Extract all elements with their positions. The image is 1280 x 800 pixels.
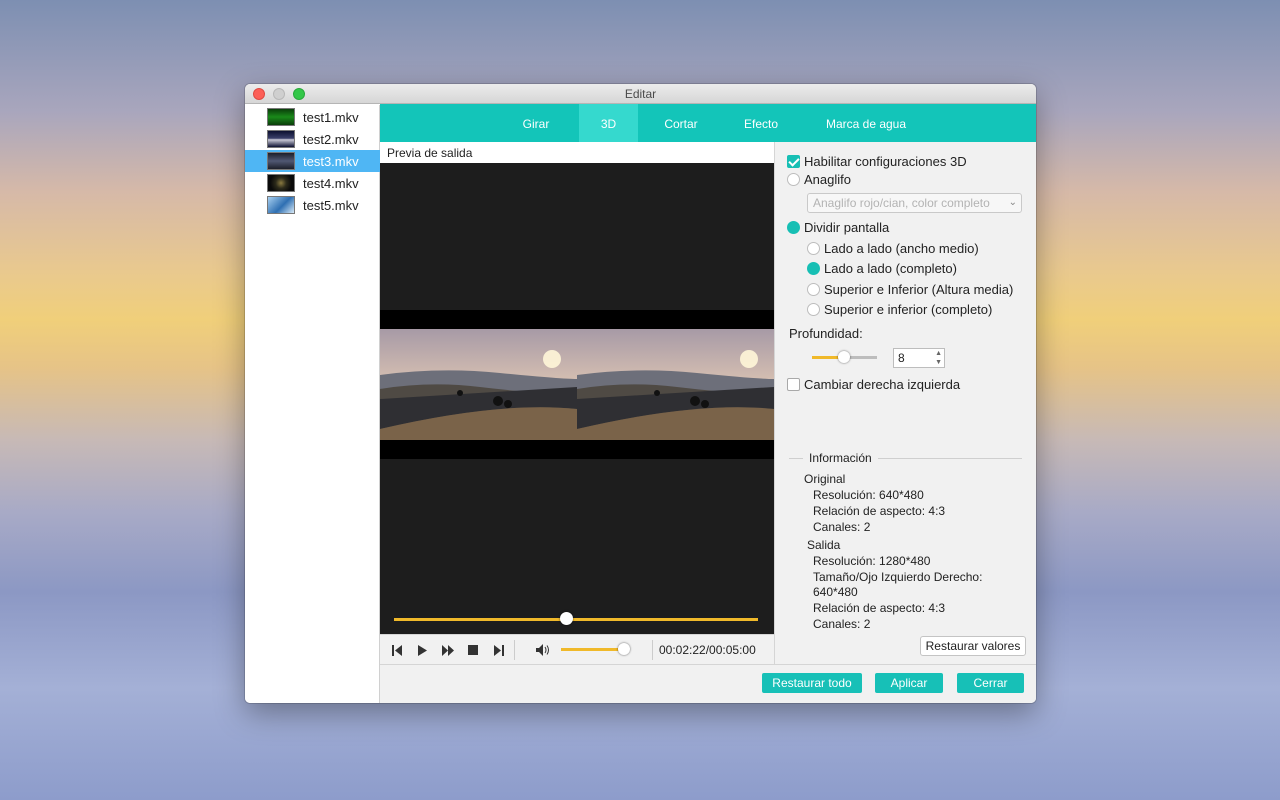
info-heading: Información [809,451,872,465]
file-item[interactable]: test4.mkv [245,172,380,194]
video-thumbnail [267,130,295,148]
tab-watermark[interactable]: Marca de agua [816,104,916,142]
control-divider [514,640,515,660]
file-name: test4.mkv [303,176,359,191]
anaglyph-mode-select[interactable]: Anaglifo rojo/cian, color completo ⌄ [807,193,1022,213]
info-original-channels: Canales: 2 [813,520,871,534]
file-item[interactable]: test3.mkv [245,150,380,172]
dialog-footer: Restaurar todo Aplicar Cerrar [380,664,1036,703]
edit-window: Editar test1.mkv test2.mkv test3.mkv tes… [245,84,1036,703]
playback-scrubber-handle[interactable] [560,612,573,625]
file-name: test5.mkv [303,198,359,213]
control-divider [652,640,653,660]
video-thumbnail [267,152,295,170]
right-eye-frame [577,329,774,440]
info-original-resolution: Resolución: 640*480 [813,488,924,502]
split-screen-label: Dividir pantalla [804,220,890,235]
left-eye-frame [380,329,577,440]
edit-tabs: Girar 3D Cortar Efecto Marca de agua [380,104,1036,142]
playback-time: 00:02:22/00:05:00 [659,643,756,657]
volume-slider-handle[interactable] [618,643,630,655]
video-thumbnail [267,108,295,126]
title-bar[interactable]: Editar [245,84,1036,104]
volume-slider[interactable] [561,648,625,651]
window-title: Editar [624,87,657,101]
anaglyph-mode-value: Anaglifo rojo/cian, color completo [813,196,990,210]
tab-3d[interactable]: 3D [579,104,638,142]
info-original-aspect: Relación de aspecto: 4:3 [813,504,946,518]
video-frame-image [577,329,774,440]
video-frame-image [380,329,577,440]
split-option-label: Lado a lado (ancho medio) [824,241,979,256]
tab-effect[interactable]: Efecto [735,104,787,142]
playback-scrubber[interactable] [394,618,758,621]
info-output-label: Salida [807,538,841,552]
skip-back-icon[interactable] [388,641,406,659]
3d-settings-panel: Habilitar configuraciones 3D Anaglifo An… [774,142,1036,664]
preview-label: Previa de salida [380,142,774,163]
depth-label: Profundidad: [789,326,863,341]
info-divider [878,458,1022,459]
enable-3d-checkbox[interactable] [787,155,800,168]
depth-stepper[interactable]: 8 ▲ ▼ [893,348,945,368]
split-option-label: Superior e Inferior (Altura media) [824,282,1014,297]
file-item[interactable]: test2.mkv [245,128,380,150]
video-thumbnail [267,174,295,192]
tab-rotate[interactable]: Girar [511,104,561,142]
tab-crop[interactable]: Cortar [653,104,709,142]
chevron-down-icon: ⌄ [1008,197,1017,208]
letterbox-top [380,310,774,329]
video-thumbnail [267,196,295,214]
depth-slider-handle[interactable] [838,351,850,363]
file-name: test1.mkv [303,110,359,125]
player-controls: 00:02:22/00:05:00 [380,634,774,664]
split-option-radio[interactable] [807,262,820,275]
enable-3d-label: Habilitar configuraciones 3D [804,154,967,169]
split-option-label: Superior e inferior (completo) [824,302,993,317]
stepper-arrows-icon[interactable]: ▲ ▼ [935,349,942,367]
info-output-eye-size-value: 640*480 [813,585,858,599]
split-option-radio[interactable] [807,242,820,255]
close-window-button[interactable] [253,88,265,100]
depth-value: 8 [898,351,905,365]
file-item[interactable]: test1.mkv [245,106,380,128]
apply-button[interactable]: Aplicar [875,673,943,693]
info-output-resolution: Resolución: 1280*480 [813,554,931,568]
split-screen-radio[interactable] [787,221,800,234]
split-option-label: Lado a lado (completo) [824,261,957,276]
file-name: test3.mkv [303,154,359,169]
info-original-label: Original [804,472,846,486]
split-option-radio[interactable] [807,303,820,316]
close-button[interactable]: Cerrar [957,673,1024,693]
info-output-aspect: Relación de aspecto: 4:3 [813,601,946,615]
output-preview [380,163,774,634]
minimize-window-button[interactable] [273,88,285,100]
skip-forward-icon[interactable] [490,641,508,659]
letterbox-bottom [380,440,774,459]
swap-left-right-label: Cambiar derecha izquierda [804,377,961,392]
fast-forward-icon[interactable] [439,641,457,659]
zoom-window-button[interactable] [293,88,305,100]
info-output-eye-size: Tamaño/Ojo Izquierdo Derecho: [813,570,983,584]
restore-all-button[interactable]: Restaurar todo [762,673,862,693]
restore-values-button[interactable]: Restaurar valores [920,636,1026,656]
file-name: test2.mkv [303,132,359,147]
file-item[interactable]: test5.mkv [245,194,380,216]
info-output-channels: Canales: 2 [813,617,871,631]
split-option-radio[interactable] [807,283,820,296]
swap-left-right-checkbox[interactable] [787,378,800,391]
anaglyph-label: Anaglifo [804,172,851,187]
play-icon[interactable] [413,641,431,659]
info-divider [789,458,803,459]
stop-icon[interactable] [464,641,482,659]
anaglyph-radio[interactable] [787,173,800,186]
volume-icon[interactable] [535,641,553,659]
file-list: test1.mkv test2.mkv test3.mkv test4.mkv … [245,105,380,703]
